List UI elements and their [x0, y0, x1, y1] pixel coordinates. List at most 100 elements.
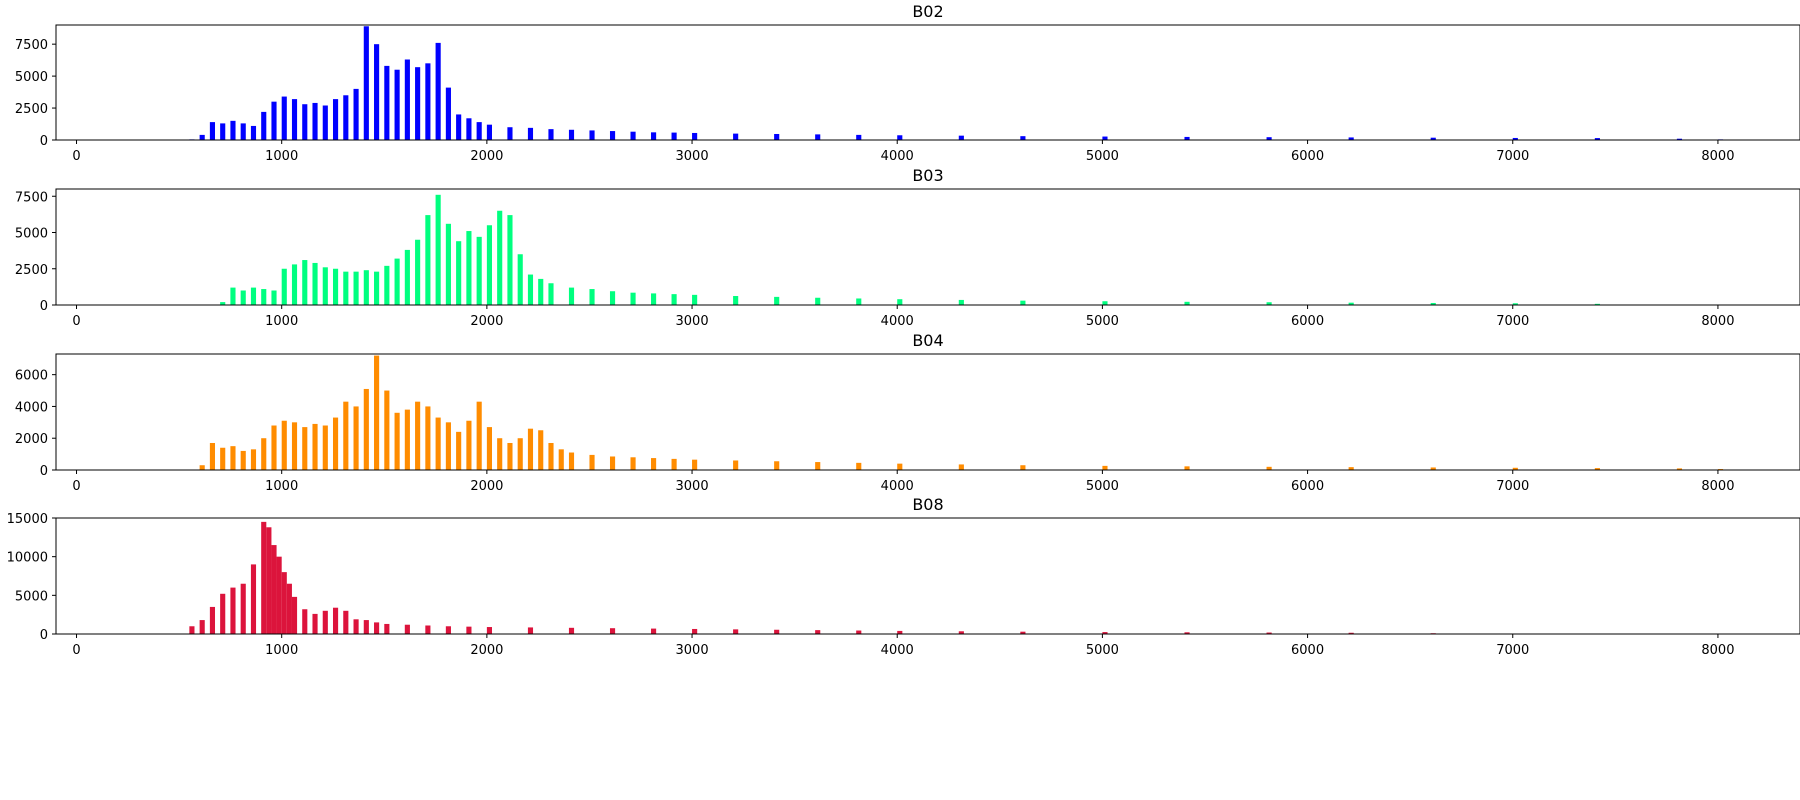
- histogram-bar: [548, 129, 554, 140]
- histogram-bar: [353, 619, 359, 634]
- histogram-bar: [425, 406, 431, 470]
- y-tick-label: 0: [40, 628, 48, 643]
- histogram-bar: [199, 134, 205, 140]
- histogram-bar: [312, 423, 318, 470]
- histogram-bar: [517, 438, 523, 470]
- histogram-bar: [476, 236, 482, 305]
- histogram-bar: [486, 225, 492, 305]
- y-tick-label: 4000: [15, 400, 48, 415]
- histogram-bar: [527, 428, 534, 470]
- x-tick-label: 6000: [1291, 479, 1324, 494]
- panel-b04: B04 0 1000 2000 3000 4000 5000 6000 7000 8000 0 200…: [15, 331, 1800, 494]
- histogram-bar: [374, 355, 380, 470]
- histogram-bar: [609, 628, 616, 634]
- histogram-bar: [568, 287, 575, 305]
- histogram-bar: [209, 442, 216, 470]
- x-tick-label: 0: [72, 643, 80, 658]
- histogram-bar: [415, 401, 421, 470]
- x-tick-label: 7000: [1496, 314, 1529, 329]
- panel-b08: B08 0 1000 2000 3000 4000 5000 6000 7000 8000 0 500…: [7, 495, 1800, 658]
- histogram-bar: [435, 42, 441, 140]
- histogram-bar: [415, 239, 421, 305]
- histogram-bar: [1020, 300, 1026, 305]
- x-tick-label: 8000: [1701, 314, 1734, 329]
- x-tick-label: 0: [72, 149, 80, 164]
- x-tick-label: 6000: [1291, 314, 1324, 329]
- y-tick-label: 5000: [15, 589, 48, 604]
- x-tick-label: 8000: [1701, 643, 1734, 658]
- histogram-bar: [856, 462, 862, 470]
- histogram-bar: [302, 260, 308, 305]
- histogram-bar: [692, 132, 698, 140]
- y-tick-label: 5000: [15, 227, 48, 242]
- x-tick-label: 2000: [470, 643, 503, 658]
- histogram-bar: [456, 114, 462, 140]
- histogram-bar: [240, 290, 246, 305]
- histogram-bar: [353, 406, 359, 470]
- histogram-bar: [425, 625, 431, 634]
- y-tick-label: 2500: [15, 102, 48, 117]
- histogram-bar: [374, 271, 380, 305]
- histogram-bar: [445, 223, 451, 305]
- histogram-bar: [343, 610, 349, 634]
- histogram-bar: [589, 454, 595, 470]
- histogram-bar: [220, 447, 226, 470]
- histogram-bar: [404, 624, 410, 634]
- histogram-bar: [302, 104, 308, 140]
- histogram-bar: [609, 291, 616, 305]
- histogram-bar: [291, 99, 298, 140]
- histogram-bar: [815, 630, 821, 634]
- histogram-bar: [630, 292, 636, 305]
- histogram-bar: [517, 254, 523, 305]
- histogram-bar: [733, 133, 739, 140]
- histogram-bar: [568, 627, 575, 634]
- panel-title: B08: [912, 495, 943, 514]
- histogram-bar: [630, 131, 636, 140]
- histogram-bar: [733, 460, 739, 470]
- histogram-bar: [220, 593, 226, 634]
- x-tick-label: 6000: [1291, 643, 1324, 658]
- histogram-bar: [302, 609, 308, 634]
- histogram-bar: [291, 422, 298, 470]
- histogram-bar: [507, 215, 513, 305]
- y-tick-label: 7500: [15, 38, 48, 53]
- histogram-bar: [230, 587, 236, 634]
- histogram-bar: [271, 425, 277, 470]
- histogram-bar: [240, 583, 246, 634]
- histogram-bar: [363, 388, 369, 470]
- panel-title: B03: [912, 166, 943, 185]
- x-tick-label: 5000: [1086, 314, 1119, 329]
- histogram-bar: [856, 630, 862, 634]
- histogram-bar: [445, 87, 451, 140]
- histogram-bar: [240, 123, 246, 140]
- histogram-bar: [466, 420, 472, 470]
- histogram-bar: [384, 390, 390, 470]
- histogram-bar: [189, 626, 195, 634]
- x-tick-label: 5000: [1086, 149, 1119, 164]
- histogram-bar: [527, 274, 534, 305]
- y-tick-label: 5000: [15, 70, 48, 85]
- histogram-bar: [476, 401, 482, 470]
- x-tick-label: 4000: [881, 314, 914, 329]
- x-tick-label: 2000: [470, 314, 503, 329]
- histogram-bar: [466, 118, 472, 140]
- histogram-bar: [1102, 465, 1108, 470]
- y-tick-label: 2000: [15, 432, 48, 447]
- histogram-bar: [250, 287, 257, 305]
- x-tick-label: 0: [72, 479, 80, 494]
- histogram-bar: [671, 132, 677, 140]
- histogram-bar: [220, 123, 226, 140]
- x-tick-label: 7000: [1496, 479, 1529, 494]
- x-tick-label: 7000: [1496, 149, 1529, 164]
- x-tick-label: 3000: [676, 314, 709, 329]
- histogram-bar: [230, 287, 236, 305]
- histogram-bar: [456, 241, 462, 305]
- histogram-bar: [374, 622, 380, 634]
- histogram-bar: [548, 442, 554, 470]
- histogram-bar: [589, 289, 595, 305]
- histogram-bar: [209, 606, 216, 634]
- histogram-bar: [404, 409, 410, 470]
- y-tick-label: 2500: [15, 263, 48, 278]
- histogram-bar: [558, 449, 564, 470]
- histogram-bar: [527, 127, 534, 140]
